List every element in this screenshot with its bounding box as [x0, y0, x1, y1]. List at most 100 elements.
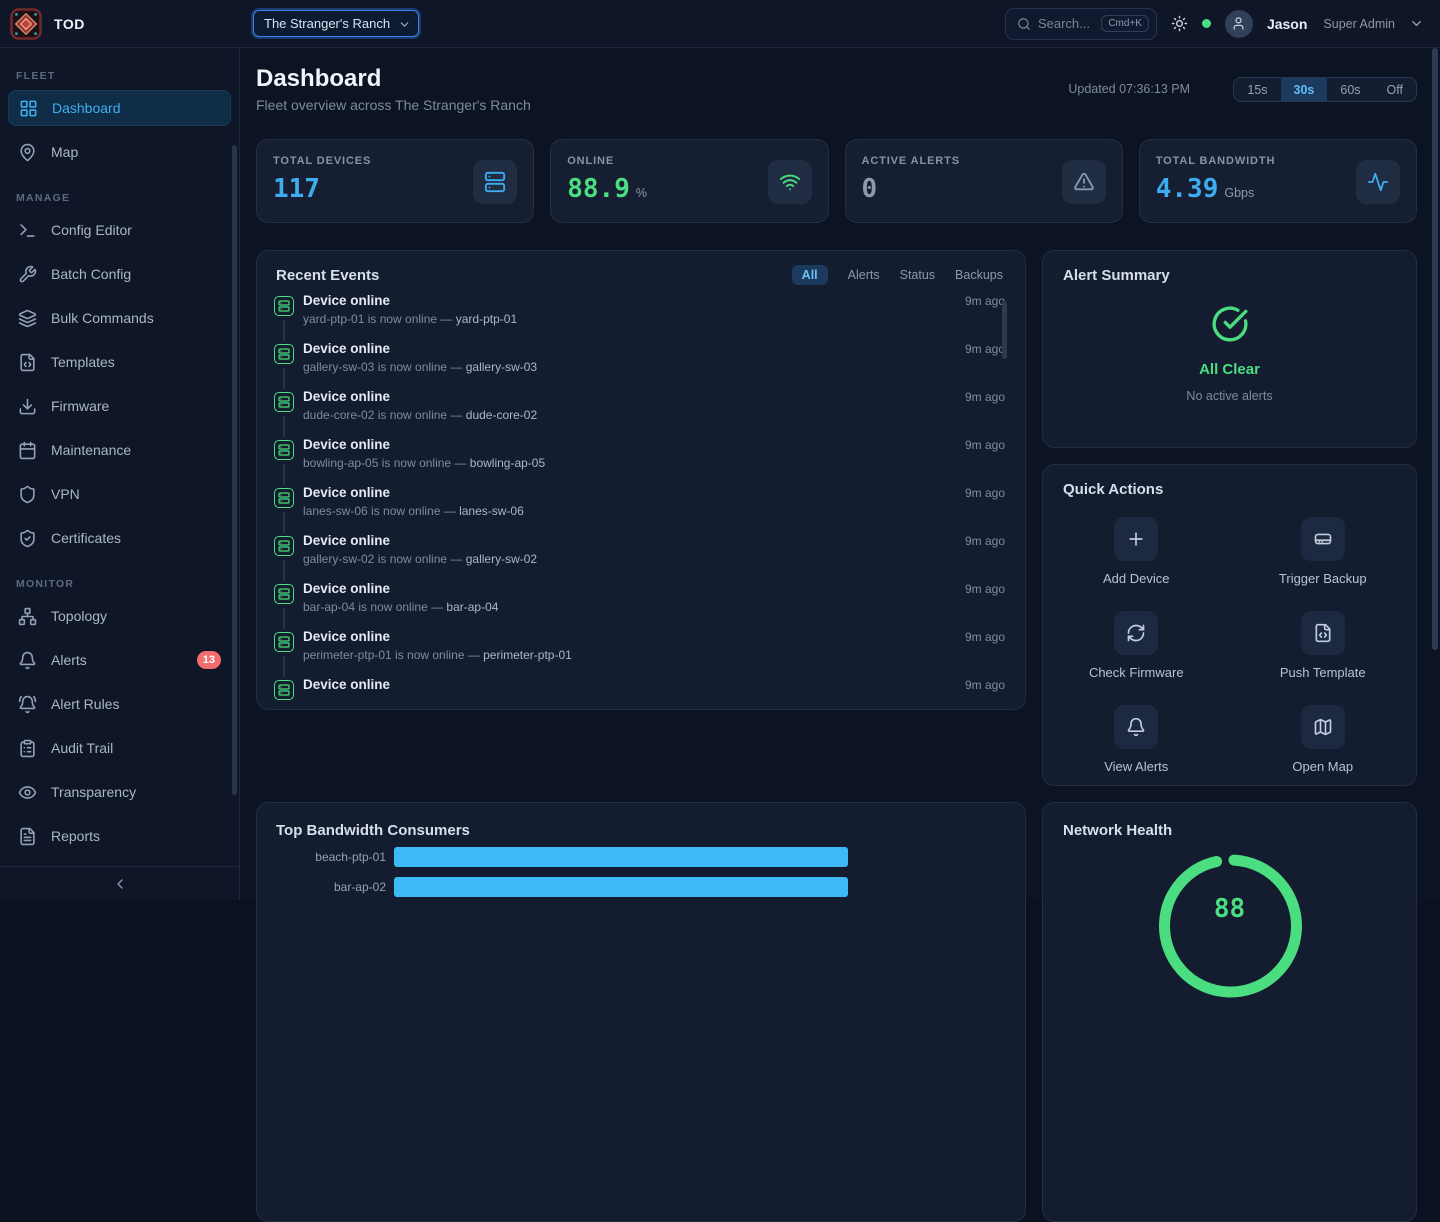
refresh-option-off[interactable]: Off — [1374, 78, 1416, 101]
event-row[interactable]: Device online9m ago — [274, 677, 1005, 709]
sidebar-item-label: Alert Rules — [51, 696, 119, 712]
network-health-panel: Network Health 88 — [1042, 802, 1417, 1222]
event-row[interactable]: Device online9m agoyard-ptp-01 is now on… — [274, 293, 1005, 341]
quick-action-open-map[interactable]: Open Map — [1230, 705, 1417, 774]
quick-action-view-alerts[interactable]: View Alerts — [1043, 705, 1230, 774]
site-selector-value: The Stranger's Ranch — [264, 16, 390, 31]
server-icon — [278, 348, 290, 360]
sidebar-item-vpn[interactable]: VPN — [8, 476, 231, 512]
sidebar-item-label: Maintenance — [51, 442, 131, 458]
sidebar-scrollbar[interactable] — [232, 145, 237, 795]
event-row[interactable]: Device online9m agobar-ap-04 is now onli… — [274, 581, 1005, 629]
user-name: Jason — [1267, 16, 1307, 32]
bandwidth-row: bar-ap-02 — [257, 877, 1025, 897]
event-time: 9m ago — [965, 390, 1005, 404]
chevron-left-icon — [112, 876, 128, 892]
server-icon — [278, 396, 290, 408]
sidebar-item-map[interactable]: Map — [8, 134, 231, 170]
events-tab-status[interactable]: Status — [900, 268, 935, 282]
sidebar-item-config-editor[interactable]: Config Editor — [8, 212, 231, 248]
sidebar-item-templates[interactable]: Templates — [8, 344, 231, 380]
sidebar-item-firmware[interactable]: Firmware — [8, 388, 231, 424]
events-tab-all[interactable]: All — [792, 265, 828, 285]
event-row[interactable]: Device online9m agolanes-sw-06 is now on… — [274, 485, 1005, 533]
device-status-icon — [274, 440, 294, 460]
event-title: Device online — [303, 629, 390, 644]
event-message: gallery-sw-03 is now online — gallery-sw… — [303, 360, 1005, 374]
refresh-option-15s[interactable]: 15s — [1234, 78, 1280, 101]
sidebar: FLEETDashboardMapMANAGEConfig EditorBatc… — [0, 48, 240, 900]
quick-action-add-device[interactable]: Add Device — [1043, 517, 1230, 586]
refresh-option-30s[interactable]: 30s — [1281, 78, 1328, 101]
quick-actions-grid: Add Device Trigger BackupCheck Firmware Pu… — [1043, 517, 1416, 774]
quick-action-label: Push Template — [1280, 665, 1366, 680]
site-selector[interactable]: The Stranger's Ranch — [253, 10, 419, 37]
file-code-icon — [1313, 623, 1333, 643]
event-message: perimeter-ptp-01 is now online — perimet… — [303, 648, 1005, 662]
connection-status-dot — [1202, 19, 1211, 28]
quick-action-check-firmware[interactable]: Check Firmware — [1043, 611, 1230, 680]
sidebar-item-topology[interactable]: Topology — [8, 598, 231, 634]
sidebar-item-label: Transparency — [51, 784, 136, 800]
sidebar-section-label: MANAGE — [0, 192, 239, 204]
search-icon — [1017, 17, 1031, 31]
sidebar-item-label: Topology — [51, 608, 107, 624]
sidebar-item-dashboard[interactable]: Dashboard — [8, 90, 231, 126]
map-icon — [1313, 717, 1333, 737]
event-message: bar-ap-04 is now online — bar-ap-04 — [303, 600, 1005, 614]
sidebar-item-certificates[interactable]: Certificates — [8, 520, 231, 556]
health-score-value: 88 — [1043, 894, 1416, 924]
bandwidth-row: beach-ptp-01 — [257, 847, 1025, 867]
sidebar-item-alerts[interactable]: Alerts13 — [8, 642, 231, 678]
sidebar-item-bulk-commands[interactable]: Bulk Commands — [8, 300, 231, 336]
sidebar-item-label: Certificates — [51, 530, 121, 546]
sidebar-nav: FLEETDashboardMapMANAGEConfig EditorBatc… — [0, 70, 239, 854]
quick-action-label: Add Device — [1103, 571, 1169, 586]
timeline-connector — [283, 512, 285, 533]
sidebar-item-batch-config[interactable]: Batch Config — [8, 256, 231, 292]
event-row[interactable]: Device online9m agogallery-sw-03 is now … — [274, 341, 1005, 389]
activity-icon — [1367, 171, 1389, 193]
bandwidth-title: Top Bandwidth Consumers — [276, 822, 470, 839]
quick-action-push-template[interactable]: Push Template — [1230, 611, 1417, 680]
event-time: 9m ago — [965, 534, 1005, 548]
sidebar-item-maintenance[interactable]: Maintenance — [8, 432, 231, 468]
events-tab-alerts[interactable]: Alerts — [848, 268, 880, 282]
event-message: lanes-sw-06 is now online — lanes-sw-06 — [303, 504, 1005, 518]
avatar[interactable] — [1225, 10, 1253, 38]
sidebar-item-audit-trail[interactable]: Audit Trail — [8, 730, 231, 766]
bandwidth-device-label: beach-ptp-01 — [257, 850, 386, 864]
bandwidth-rows: beach-ptp-01 bar-ap-02 — [257, 847, 1025, 907]
sidebar-item-reports[interactable]: Reports — [8, 818, 231, 854]
quick-action-trigger-backup[interactable]: Trigger Backup — [1230, 517, 1417, 586]
search-shortcut: Cmd+K — [1101, 15, 1149, 32]
alert-status-text: All Clear — [1199, 361, 1260, 378]
sidebar-collapse-button[interactable] — [0, 866, 239, 900]
event-row[interactable]: Device online9m agogallery-sw-02 is now … — [274, 533, 1005, 581]
server-icon — [484, 171, 506, 193]
event-row[interactable]: Device online9m agoperimeter-ptp-01 is n… — [274, 629, 1005, 677]
device-status-icon — [274, 632, 294, 652]
sidebar-item-alert-rules[interactable]: Alert Rules — [8, 686, 231, 722]
layers-icon — [18, 309, 37, 328]
stats-row: TOTAL DEVICES117ONLINE88.9%ACTIVE ALERTS… — [256, 139, 1417, 223]
sidebar-item-transparency[interactable]: Transparency — [8, 774, 231, 810]
wifi-icon — [779, 171, 801, 193]
page-scrollbar[interactable] — [1432, 48, 1438, 650]
eye-icon — [18, 783, 37, 802]
user-menu-chevron-down-icon[interactable] — [1409, 16, 1424, 31]
file-text-icon — [18, 827, 37, 846]
top-bar: TOD The Stranger's Ranch Search... Cmd+K… — [0, 0, 1440, 48]
events-scrollbar[interactable] — [1002, 301, 1007, 359]
stat-card-total-devices: TOTAL DEVICES117 — [256, 139, 534, 223]
search-input[interactable]: Search... Cmd+K — [1005, 8, 1157, 40]
refresh-option-60s[interactable]: 60s — [1327, 78, 1373, 101]
user-role: Super Admin — [1323, 17, 1395, 31]
page-title: Dashboard — [256, 65, 381, 93]
event-row[interactable]: Device online9m agodude-core-02 is now o… — [274, 389, 1005, 437]
events-tab-backups[interactable]: Backups — [955, 268, 1003, 282]
events-list: Device online9m agoyard-ptp-01 is now on… — [274, 293, 1005, 709]
event-row[interactable]: Device online9m agobowling-ap-05 is now … — [274, 437, 1005, 485]
theme-toggle-sun-icon[interactable] — [1171, 15, 1188, 32]
download-icon — [18, 397, 37, 416]
